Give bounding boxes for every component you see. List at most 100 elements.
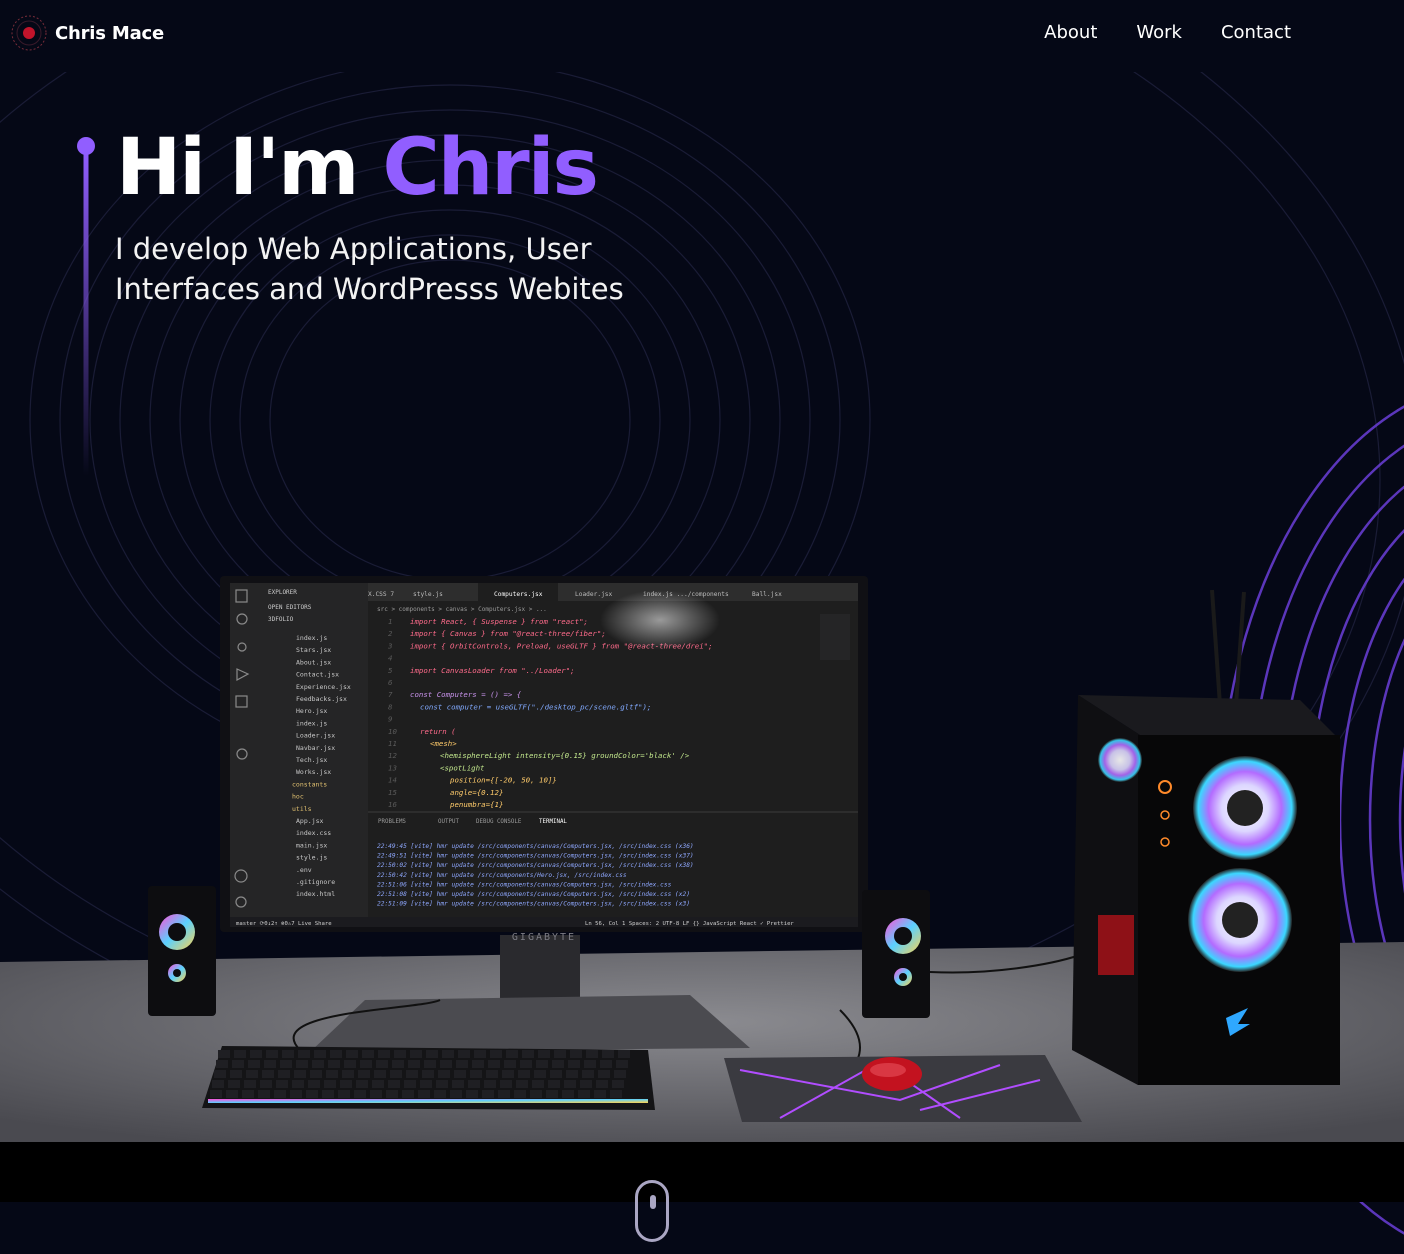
keyboard-key (296, 1060, 308, 1068)
keyboard-key (354, 1090, 366, 1098)
keyboard-key (554, 1050, 566, 1058)
keyboard-key (374, 1070, 386, 1078)
keyboard-key (214, 1070, 226, 1078)
scroll-dot-icon (650, 1195, 656, 1209)
file-tree-item: Stars.jsx (296, 646, 331, 654)
keyboard-key (454, 1070, 466, 1078)
keyboard-key (234, 1050, 246, 1058)
keyboard-key (516, 1080, 528, 1088)
keyboard-key (490, 1050, 502, 1058)
keyboard-key (584, 1060, 596, 1068)
keyboard-key (388, 1080, 400, 1088)
keyboard-key (360, 1060, 372, 1068)
brand-name: Chris Mace (55, 22, 164, 44)
minimap (820, 614, 850, 660)
code-line-number: 5 (388, 666, 392, 675)
section-bottom-band (0, 1142, 1404, 1202)
keyboard-key (536, 1060, 548, 1068)
status-bar-right: Ln 56, Col 1 Spaces: 2 UTF-8 LF {} JavaS… (585, 921, 794, 927)
hero-heading: Hi I'm Chris (116, 122, 599, 216)
keyboard-key (518, 1070, 530, 1078)
keyboard-key (438, 1070, 450, 1078)
keyboard-key (484, 1080, 496, 1088)
keyboard-key (522, 1050, 534, 1058)
code-line-number: 13 (388, 763, 397, 772)
code-line: import React, { Suspense } from "react"; (410, 617, 588, 626)
brand-logo-link[interactable]: Chris Mace (10, 14, 164, 52)
nav-link-about[interactable]: About (1044, 22, 1097, 43)
keyboard-key (342, 1070, 354, 1078)
screen-glare (600, 590, 720, 650)
keyboard-key (258, 1090, 270, 1098)
keyboard-key (594, 1090, 606, 1098)
keyboard-key (598, 1070, 610, 1078)
keyboard-key (596, 1080, 608, 1088)
code-line-number: 16 (388, 800, 397, 809)
code-line-number: 2 (388, 629, 393, 638)
keyboard-key (472, 1060, 484, 1068)
keyboard-key (244, 1080, 256, 1088)
keyboard-key (452, 1080, 464, 1088)
keyboard-key (582, 1070, 594, 1078)
keyboard-key (440, 1060, 452, 1068)
code-line: return ( (420, 727, 456, 736)
keyboard-key (248, 1060, 260, 1068)
code-line-number: 3 (387, 641, 392, 650)
keyboard-key (306, 1090, 318, 1098)
keyboard-key (562, 1090, 574, 1098)
keyboard-key (550, 1070, 562, 1078)
keyboard-key (280, 1060, 292, 1068)
hero-subtitle-line2: Interfaces and WordPresss Webites (115, 272, 624, 306)
keyboard-key (356, 1080, 368, 1088)
keyboard-key (504, 1060, 516, 1068)
keyboard-key (386, 1090, 398, 1098)
code-line-number: 10 (388, 727, 397, 736)
keyboard-key (470, 1070, 482, 1078)
code-line: <spotLight (440, 763, 485, 772)
keyboard-key (246, 1070, 258, 1078)
keyboard-key (226, 1090, 238, 1098)
desk-scene-canvas[interactable]: GIGABYTE EXPLORER OPEN EDITORS 3DFOLIO i… (0, 560, 1404, 1160)
keyboard-key (322, 1090, 334, 1098)
editor-activity-bar (230, 583, 254, 917)
code-line: const Computers = () => { (410, 690, 522, 699)
file-tree-item: Tech.jsx (296, 756, 327, 764)
scroll-down-indicator[interactable] (635, 1180, 669, 1242)
open-editors-label: OPEN EDITORS (268, 604, 312, 611)
keyboard-key (328, 1060, 340, 1068)
keyboard-key (600, 1060, 612, 1068)
terminal-line: 22:50:02 [vite] hmr update /src/componen… (377, 861, 694, 869)
hero-accent-line (77, 137, 95, 476)
keyboard-key (406, 1070, 418, 1078)
keyboard-key (344, 1060, 356, 1068)
right-speaker (862, 890, 930, 1018)
code-line-number: 11 (388, 739, 397, 748)
keyboard-key (408, 1060, 420, 1068)
nav-link-work[interactable]: Work (1136, 22, 1182, 43)
keyboard-key (548, 1080, 560, 1088)
code-line: position={[-20, 50, 10]} (450, 776, 557, 785)
keyboard-key (290, 1090, 302, 1098)
keyboard-key (474, 1050, 486, 1058)
keyboard-key (568, 1060, 580, 1068)
code-line-number: 7 (388, 690, 393, 699)
keyboard-key (442, 1050, 454, 1058)
file-tree-item: index.js (296, 719, 327, 727)
keyboard-key (614, 1070, 626, 1078)
file-tree-item: Contact.jsx (296, 671, 339, 679)
keyboard-key (390, 1070, 402, 1078)
keyboard-key (580, 1080, 592, 1088)
keyboard-key (324, 1080, 336, 1088)
panel-tab: PROBLEMS (378, 819, 406, 825)
keyboard-key (500, 1080, 512, 1088)
pc-tower (1072, 589, 1340, 1085)
keyboard-key (310, 1070, 322, 1078)
nav-link-contact[interactable]: Contact (1221, 22, 1291, 43)
keyboard-key (434, 1090, 446, 1098)
keyboard-key (216, 1060, 228, 1068)
side-fan (1098, 738, 1142, 782)
keyboard-key (466, 1090, 478, 1098)
keyboard-key (282, 1050, 294, 1058)
file-tree-item: style.js (296, 854, 327, 862)
hero-subtitle-line1: I develop Web Applications, User (115, 232, 592, 266)
